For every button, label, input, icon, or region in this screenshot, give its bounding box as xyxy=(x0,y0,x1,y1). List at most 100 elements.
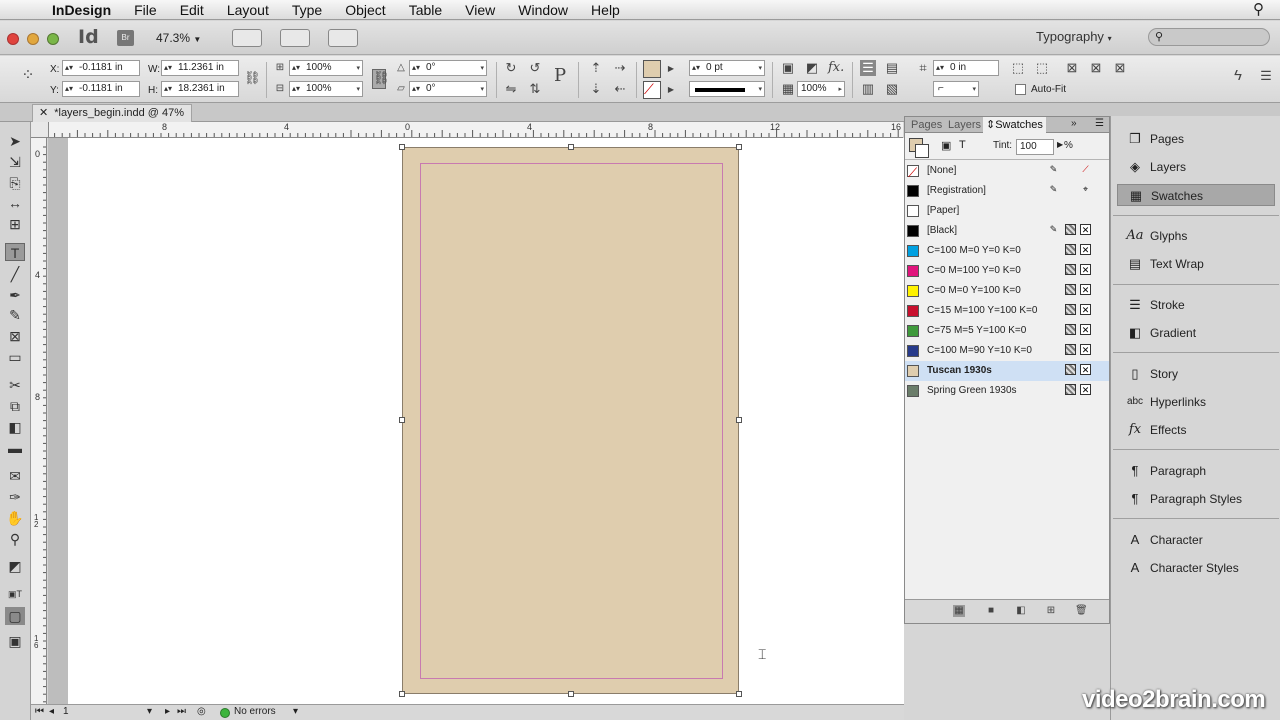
flip-vertical-icon[interactable]: ⇅ xyxy=(527,81,543,97)
selection-handle[interactable] xyxy=(736,417,742,423)
fit-frame-icon[interactable]: ⬚ xyxy=(1034,60,1050,76)
tint-field[interactable]: 100 xyxy=(1016,139,1054,155)
type-tool-icon[interactable]: T xyxy=(5,243,25,261)
view-options-button[interactable] xyxy=(232,29,262,47)
dock-glyphs[interactable]: Aa Glyphs xyxy=(1117,225,1275,247)
tab-pages[interactable]: Pages xyxy=(908,117,945,133)
stroke-swatch[interactable]: ⟋ xyxy=(643,81,661,99)
dock-effects[interactable]: fx Effects xyxy=(1117,419,1275,441)
selection-handle[interactable] xyxy=(568,691,574,697)
chevron-down-icon[interactable]: ▾ xyxy=(758,62,762,76)
swatch-row[interactable]: C=0 M=100 Y=0 K=0 ✕ xyxy=(905,261,1109,281)
menu-window[interactable]: Window xyxy=(518,2,568,18)
stepper-icon[interactable]: ▴▾ xyxy=(292,82,300,96)
opacity-field[interactable]: 100% ▸ xyxy=(797,81,845,97)
autofit-checkbox[interactable] xyxy=(1015,84,1026,95)
show-gradient-swatches-icon[interactable]: ◧ xyxy=(1015,605,1027,617)
swatch-row[interactable]: [Paper] xyxy=(905,201,1109,221)
page-dropdown-icon[interactable]: ▾ xyxy=(147,706,152,717)
dock-character-styles[interactable]: A Character Styles xyxy=(1117,557,1275,579)
menu-layout[interactable]: Layout xyxy=(227,2,269,18)
stepper-icon[interactable]: ▴▾ xyxy=(65,61,73,75)
minimize-window-button[interactable] xyxy=(27,33,39,45)
scale-x-field[interactable]: ▴▾ 100% ▾ xyxy=(289,60,363,76)
shear-field[interactable]: ▴▾ 0° ▾ xyxy=(409,81,487,97)
chevron-down-icon[interactable]: ▾ xyxy=(480,62,484,76)
gap-tool-icon[interactable]: ↔ xyxy=(5,194,25,212)
text-wrap-shape-icon[interactable]: ▥ xyxy=(860,81,876,97)
dock-stroke[interactable]: ☰ Stroke xyxy=(1117,294,1275,316)
rotate-counterclockwise-icon[interactable]: ↺ xyxy=(527,60,543,76)
swatch-row[interactable]: C=15 M=100 Y=100 K=0 ✕ xyxy=(905,301,1109,321)
first-page-icon[interactable]: ⏮ xyxy=(35,706,44,717)
chevron-down-icon[interactable]: ▾ xyxy=(758,83,762,97)
fill-proportionally-icon[interactable]: ⊠ xyxy=(1064,60,1080,76)
pencil-tool-icon[interactable]: ✎ xyxy=(5,306,25,324)
menu-help[interactable]: Help xyxy=(591,2,620,18)
selection-handle[interactable] xyxy=(399,691,405,697)
screen-mode-button[interactable] xyxy=(280,29,310,47)
dock-paragraph[interactable]: ¶ Paragraph xyxy=(1117,460,1275,482)
stroke-type-dropdown[interactable]: ▾ xyxy=(689,81,765,97)
select-content-icon[interactable]: ⇣ xyxy=(588,81,604,97)
workspace-switcher[interactable]: Typography ▾ xyxy=(1036,29,1112,44)
fit-proportionally-icon[interactable]: ⊠ xyxy=(1088,60,1104,76)
swatch-row[interactable]: ⟋ [None] ✎ ⟋ xyxy=(905,161,1109,181)
new-swatch-icon[interactable]: ⊞ xyxy=(1045,605,1057,617)
stepper-icon[interactable]: ▴▾ xyxy=(65,82,73,96)
spotlight-search-icon[interactable]: ⚲ xyxy=(1253,0,1264,18)
stepper-icon[interactable]: ▴▾ xyxy=(692,61,700,75)
chevron-right-icon[interactable]: ▸ xyxy=(838,83,842,97)
corner-shape-dropdown[interactable]: ⌐ ▾ xyxy=(933,81,979,97)
reference-point-icon[interactable]: ⁘ xyxy=(20,68,36,84)
arrange-documents-button[interactable] xyxy=(328,29,358,47)
next-page-icon[interactable]: ▸ xyxy=(165,706,170,717)
bridge-button[interactable]: Br xyxy=(117,30,134,46)
hand-tool-icon[interactable]: ✋ xyxy=(5,509,25,527)
dock-character[interactable]: A Character xyxy=(1117,529,1275,551)
dock-hyperlinks[interactable]: abc Hyperlinks xyxy=(1117,391,1275,413)
selection-handle[interactable] xyxy=(736,691,742,697)
stepper-icon[interactable]: ▴▾ xyxy=(292,61,300,75)
text-wrap-jump-icon[interactable]: ▧ xyxy=(884,81,900,97)
zoom-tool-icon[interactable]: ⚲ xyxy=(5,530,25,548)
chevron-down-icon[interactable]: ▾ xyxy=(293,706,298,717)
selection-handle[interactable] xyxy=(736,144,742,150)
fill-stroke-icon[interactable]: ◩ xyxy=(5,557,25,575)
swatch-row[interactable]: Spring Green 1930s ✕ xyxy=(905,381,1109,401)
stepper-icon[interactable]: ▴▾ xyxy=(936,61,944,75)
swatch-row[interactable]: [Black] ✎ ✕ xyxy=(905,221,1109,241)
text-format-icon[interactable]: T xyxy=(959,139,966,151)
page-number[interactable]: 1 xyxy=(63,706,69,717)
select-container-icon[interactable]: ⇡ xyxy=(588,60,604,76)
chevron-down-icon[interactable]: ▾ xyxy=(972,83,976,97)
scale-y-field[interactable]: ▴▾ 100% ▾ xyxy=(289,81,363,97)
dock-gradient[interactable]: ◧ Gradient xyxy=(1117,322,1275,344)
menu-type[interactable]: Type xyxy=(292,2,322,18)
swatch-row[interactable]: Tuscan 1930s ✕ xyxy=(905,361,1109,381)
note-tool-icon[interactable]: ✉ xyxy=(5,467,25,485)
select-next-icon[interactable]: ⇠ xyxy=(612,81,628,97)
fill-swatch[interactable] xyxy=(643,60,661,78)
x-position-field[interactable]: ▴▾ -0.1181 in xyxy=(62,60,140,76)
open-document-icon[interactable]: ◎ xyxy=(197,706,206,717)
preflight-status[interactable]: No errors xyxy=(234,706,276,717)
tab-layers[interactable]: Layers xyxy=(945,117,984,133)
stepper-icon[interactable]: ▴▾ xyxy=(412,61,420,75)
constrain-proportions-icon[interactable]: ⛓ xyxy=(244,70,261,86)
prev-page-icon[interactable]: ◂ xyxy=(49,706,54,717)
scissors-tool-icon[interactable]: ✂ xyxy=(5,376,25,394)
menu-object[interactable]: Object xyxy=(345,2,385,18)
rotate-clockwise-icon[interactable]: ↻ xyxy=(503,60,519,76)
dock-story[interactable]: ▯ Story xyxy=(1117,363,1275,385)
last-page-icon[interactable]: ⏭ xyxy=(177,706,186,717)
panel-menu-icon[interactable]: ☰ xyxy=(1258,68,1274,84)
selection-handle[interactable] xyxy=(399,417,405,423)
flip-horizontal-icon[interactable]: ⇋ xyxy=(503,81,519,97)
menu-table[interactable]: Table xyxy=(409,2,442,18)
lightning-icon[interactable]: ϟ xyxy=(1230,68,1246,84)
gradient-feather-tool-icon[interactable]: ▬ xyxy=(5,439,25,457)
height-field[interactable]: ▴▾ 18.2361 in xyxy=(161,81,239,97)
show-all-swatches-icon[interactable]: ▦ xyxy=(953,605,965,617)
y-position-field[interactable]: ▴▾ -0.1181 in xyxy=(62,81,140,97)
